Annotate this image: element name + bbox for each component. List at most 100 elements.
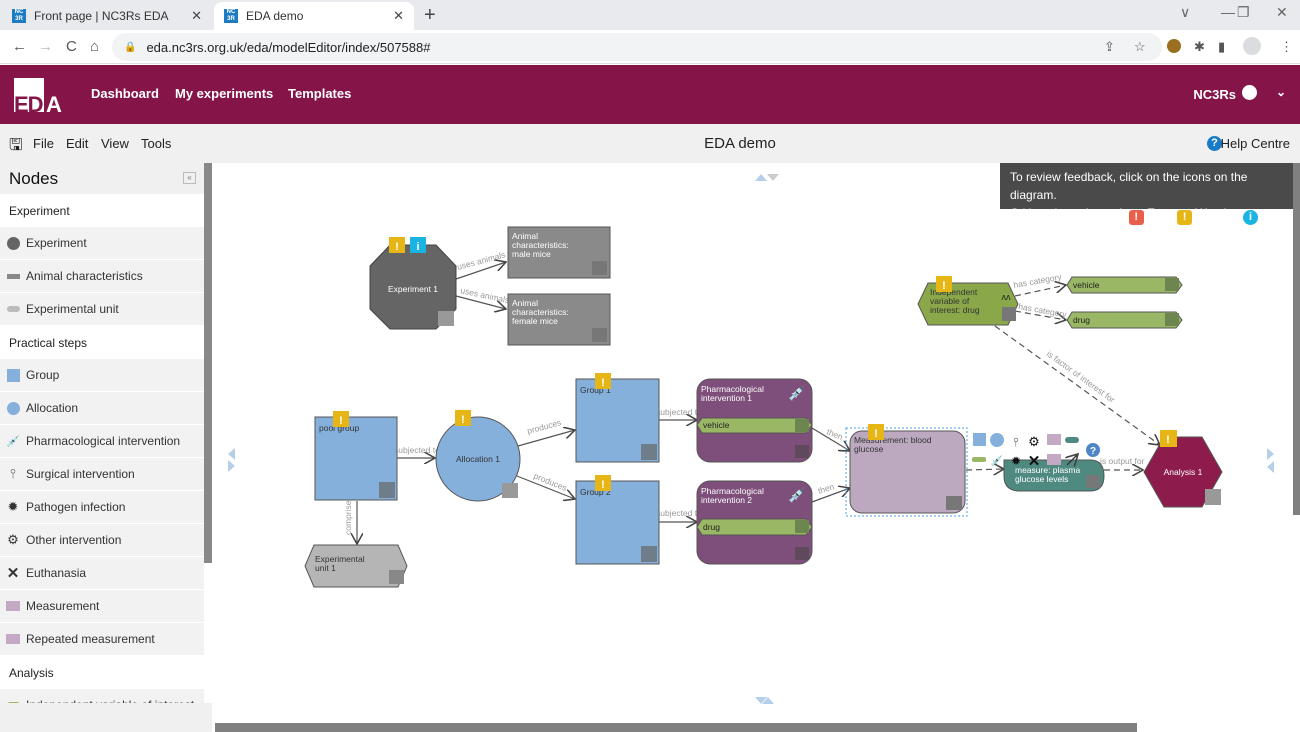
notes-icon[interactable] <box>795 419 809 432</box>
add-category-icon[interactable] <box>972 457 986 462</box>
pan-up-icon[interactable] <box>755 174 767 181</box>
add-surgical-icon[interactable]: ⫯ <box>1013 435 1018 449</box>
edge-uses-animals-male[interactable]: uses animals <box>455 249 507 280</box>
home-button[interactable]: ⌂ <box>90 38 99 55</box>
new-tab-button[interactable]: + <box>424 4 436 27</box>
edge-pharm2-then-measurement[interactable]: then <box>811 481 850 503</box>
browser-tab-eda-demo[interactable]: NC 3R EDA demo ✕ <box>214 2 414 30</box>
share-icon[interactable]: ⇪ <box>1104 39 1115 55</box>
add-pharmacological-icon[interactable]: 💉 <box>991 454 1003 467</box>
url-input[interactable]: 🔒 eda.nc3rs.org.uk/eda/modelEditor/index… <box>112 33 1162 61</box>
browser-tab-front-page[interactable]: NC 3R Front page | NC3Rs EDA ✕ <box>2 2 212 30</box>
notes-icon[interactable] <box>592 328 607 342</box>
close-tab-icon[interactable]: ✕ <box>393 8 404 24</box>
notes-icon[interactable] <box>795 445 809 458</box>
sidebar-item-surgical-intervention[interactable]: ⫯ Surgical intervention <box>0 458 204 490</box>
add-group-icon[interactable] <box>973 433 986 446</box>
edge-uses-animals-female[interactable]: uses animals <box>455 285 510 309</box>
node-allocation[interactable]: Allocation 1 ! <box>435 410 521 502</box>
node-pharmacological-intervention-1[interactable]: Pharmacological intervention 1 💉 vehicle <box>696 378 813 463</box>
notes-icon[interactable] <box>641 546 657 562</box>
close-tab-icon[interactable]: ✕ <box>191 8 202 24</box>
sidebar-item-repeated-measurement[interactable]: Repeated measurement <box>0 623 204 655</box>
sidebar-item-experimental-unit[interactable]: Experimental unit <box>0 293 204 325</box>
back-button[interactable]: ← <box>12 38 27 55</box>
sidebar-item-measurement[interactable]: Measurement <box>0 590 204 622</box>
node-group-2[interactable]: Group 2 ! <box>575 475 660 565</box>
bookmark-star-icon[interactable]: ☆ <box>1134 39 1146 55</box>
node-experimental-unit[interactable]: Experimental unit 1 <box>304 544 408 588</box>
notes-icon[interactable] <box>795 547 809 560</box>
notes-icon[interactable] <box>1165 313 1179 326</box>
forward-button[interactable]: → <box>38 38 53 55</box>
user-account-icon[interactable] <box>1242 85 1257 100</box>
user-name[interactable]: NC3Rs <box>1193 87 1236 102</box>
edge-comprises[interactable]: comprises <box>343 496 357 544</box>
node-pharmacological-intervention-2[interactable]: Pharmacological intervention 2 💉 drug <box>696 480 813 565</box>
notes-icon[interactable] <box>946 496 962 510</box>
add-euthanasia-icon[interactable]: ✕ <box>1028 453 1041 470</box>
edge-has-category-drug[interactable]: has category <box>1014 301 1068 320</box>
edge-pool-subjected-to-allocation[interactable]: subjected to <box>394 445 440 458</box>
notes-icon[interactable] <box>1002 307 1016 321</box>
edge-is-output-for[interactable]: is output for <box>1100 456 1145 470</box>
node-category-vehicle[interactable]: vehicle <box>1066 276 1183 294</box>
notes-icon[interactable] <box>592 261 607 275</box>
puzzle-extensions-icon[interactable]: ✱ <box>1194 39 1205 55</box>
edge-produces-group1[interactable]: produces <box>517 417 575 447</box>
node-experiment[interactable]: Experiment 1 ! i <box>369 237 457 330</box>
sidebar-item-animal-characteristics[interactable]: Animal characteristics <box>0 260 204 292</box>
pan-left-icon[interactable] <box>228 448 235 460</box>
collapse-sidebar-icon[interactable]: « <box>183 172 196 184</box>
notes-icon[interactable] <box>795 520 809 533</box>
edge-pharm1-then-measurement[interactable]: then <box>811 427 850 451</box>
edge-has-category-vehicle[interactable]: has category <box>1013 272 1066 297</box>
node-pool-group[interactable]: pool group ! <box>314 411 398 501</box>
notes-icon[interactable] <box>1205 489 1221 505</box>
extension-icon[interactable] <box>1167 39 1181 53</box>
sidebar-item-experiment[interactable]: Experiment <box>0 227 204 259</box>
edge-produces-group2[interactable]: produces <box>516 471 575 499</box>
add-pathogen-icon[interactable]: ✹ <box>1011 454 1021 468</box>
pan-right-icon[interactable] <box>1267 448 1274 460</box>
edge-is-factor-of-interest[interactable]: is factor of interest for <box>994 325 1160 445</box>
canvas-horizontal-scrollbar[interactable] <box>215 723 1137 732</box>
node-group-1[interactable]: Group 1 ! <box>575 373 660 463</box>
sidebar-item-group[interactable]: Group <box>0 359 204 391</box>
sidebar-scrollbar[interactable] <box>204 163 212 563</box>
node-animal-characteristics-male[interactable]: Animal characteristics: male mice <box>507 226 611 279</box>
notes-icon[interactable] <box>1165 278 1179 291</box>
edge-measurement-to-outcome[interactable] <box>965 469 1004 470</box>
sidebar-item-allocation[interactable]: Allocation <box>0 392 204 424</box>
notes-icon[interactable] <box>1086 475 1100 488</box>
nav-dashboard[interactable]: Dashboard <box>91 86 159 101</box>
sidebar-item-other-intervention[interactable]: ⚙ Other intervention <box>0 524 204 556</box>
diagram-canvas[interactable]: .edge{stroke:#555;stroke-width:1.2;fill:… <box>215 163 1293 723</box>
node-category-drug[interactable]: drug <box>1066 311 1183 329</box>
close-window-button[interactable]: ✕ <box>1276 4 1288 21</box>
pan-left-icon[interactable] <box>1267 461 1274 473</box>
add-other-intervention-icon[interactable]: ⚙ <box>1028 434 1040 449</box>
help-centre-link[interactable]: Help Centre <box>1221 136 1290 151</box>
profile-avatar-icon[interactable] <box>1243 37 1261 55</box>
tab-search-icon[interactable]: ∨ <box>1180 4 1190 21</box>
node-measurement-blood-glucose[interactable]: Measurement: blood glucose ! <box>845 424 968 517</box>
side-panel-icon[interactable]: ▮ <box>1218 39 1225 55</box>
notes-icon[interactable] <box>379 482 395 498</box>
eda-logo[interactable]: ED A <box>12 78 64 117</box>
browser-menu-icon[interactable]: ⋮ <box>1280 39 1293 55</box>
maximize-button[interactable]: ❐ <box>1237 4 1250 21</box>
sidebar-item-pharmacological-intervention[interactable]: 💉 Pharmacological intervention <box>0 425 204 457</box>
node-independent-variable[interactable]: Independent variable of interest: drug ᴧᴧ … <box>917 276 1019 326</box>
nav-templates[interactable]: Templates <box>288 86 351 101</box>
reload-button[interactable]: C <box>66 38 77 55</box>
edge-group2-subjected-to-pharm2[interactable]: subjected to <box>656 508 702 522</box>
edge-group1-subjected-to-pharm1[interactable]: subjected to <box>656 407 702 420</box>
minimize-button[interactable]: — <box>1221 4 1235 20</box>
add-outcome-icon[interactable] <box>1065 437 1079 443</box>
notes-icon[interactable] <box>389 570 404 584</box>
user-menu-chevron-icon[interactable]: ⌄ <box>1276 85 1286 99</box>
pan-down-icon[interactable] <box>767 174 779 181</box>
notes-icon[interactable] <box>438 311 454 326</box>
notes-icon[interactable] <box>641 444 657 460</box>
